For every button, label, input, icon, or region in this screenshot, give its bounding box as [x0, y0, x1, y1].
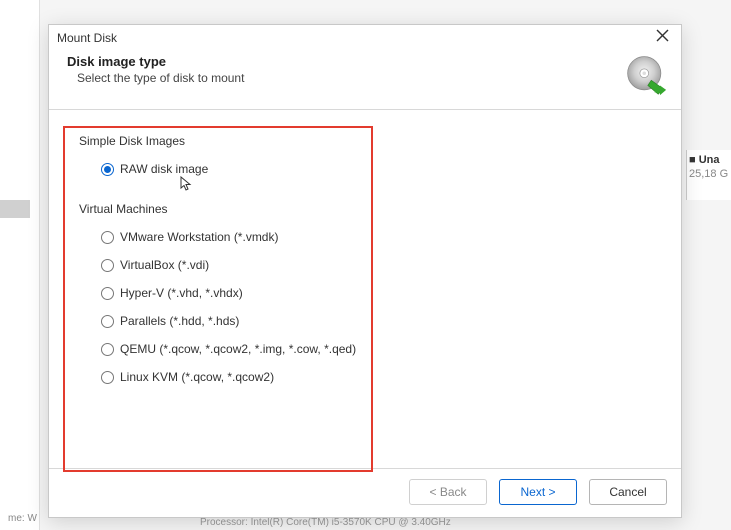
- group-vm-label: Virtual Machines: [79, 202, 651, 216]
- radio-label: VMware Workstation (*.vmdk): [120, 230, 278, 244]
- radio-label: Parallels (*.hdd, *.hds): [120, 314, 239, 328]
- radio-icon: [101, 231, 114, 244]
- radio-raw-disk-image[interactable]: RAW disk image: [101, 162, 651, 176]
- bg-partition-info: ■ Una 25,18 G: [686, 150, 731, 200]
- radio-hyperv[interactable]: Hyper-V (*.vhd, *.vhdx): [101, 286, 651, 300]
- radio-virtualbox[interactable]: VirtualBox (*.vdi): [101, 258, 651, 272]
- radio-icon: [101, 163, 114, 176]
- radio-label: Hyper-V (*.vhd, *.vhdx): [120, 286, 243, 300]
- radio-linux-kvm[interactable]: Linux KVM (*.qcow, *.qcow2): [101, 370, 651, 384]
- cursor-icon: [179, 176, 193, 195]
- disc-icon: [625, 54, 667, 99]
- dialog-header: Disk image type Select the type of disk …: [49, 48, 681, 110]
- radio-label: Linux KVM (*.qcow, *.qcow2): [120, 370, 274, 384]
- radio-icon: [101, 371, 114, 384]
- radio-label: QEMU (*.qcow, *.qcow2, *.img, *.cow, *.q…: [120, 342, 356, 356]
- radio-icon: [101, 343, 114, 356]
- close-button[interactable]: [652, 29, 673, 46]
- close-icon: [656, 29, 669, 42]
- radio-icon: [101, 259, 114, 272]
- group-simple-label: Simple Disk Images: [79, 134, 651, 148]
- header-title: Disk image type: [67, 54, 244, 69]
- radio-icon: [101, 315, 114, 328]
- radio-label: RAW disk image: [120, 162, 208, 176]
- next-button[interactable]: Next >: [499, 479, 577, 505]
- dialog-title: Mount Disk: [57, 31, 117, 45]
- radio-parallels[interactable]: Parallels (*.hdd, *.hds): [101, 314, 651, 328]
- radio-qemu[interactable]: QEMU (*.qcow, *.qcow2, *.img, *.cow, *.q…: [101, 342, 651, 356]
- back-button: < Back: [409, 479, 487, 505]
- mount-disk-dialog: Mount Disk Disk image type Select the ty…: [48, 24, 682, 518]
- header-subtitle: Select the type of disk to mount: [77, 71, 244, 85]
- bg-processor-label: Processor: Intel(R) Core(TM) i5-3570K CP…: [200, 517, 451, 528]
- dialog-footer: < Back Next > Cancel: [49, 468, 681, 517]
- cancel-button[interactable]: Cancel: [589, 479, 667, 505]
- radio-label: VirtualBox (*.vdi): [120, 258, 209, 272]
- radio-vmware[interactable]: VMware Workstation (*.vmdk): [101, 230, 651, 244]
- bg-name-label: me: W: [8, 513, 37, 524]
- radio-icon: [101, 287, 114, 300]
